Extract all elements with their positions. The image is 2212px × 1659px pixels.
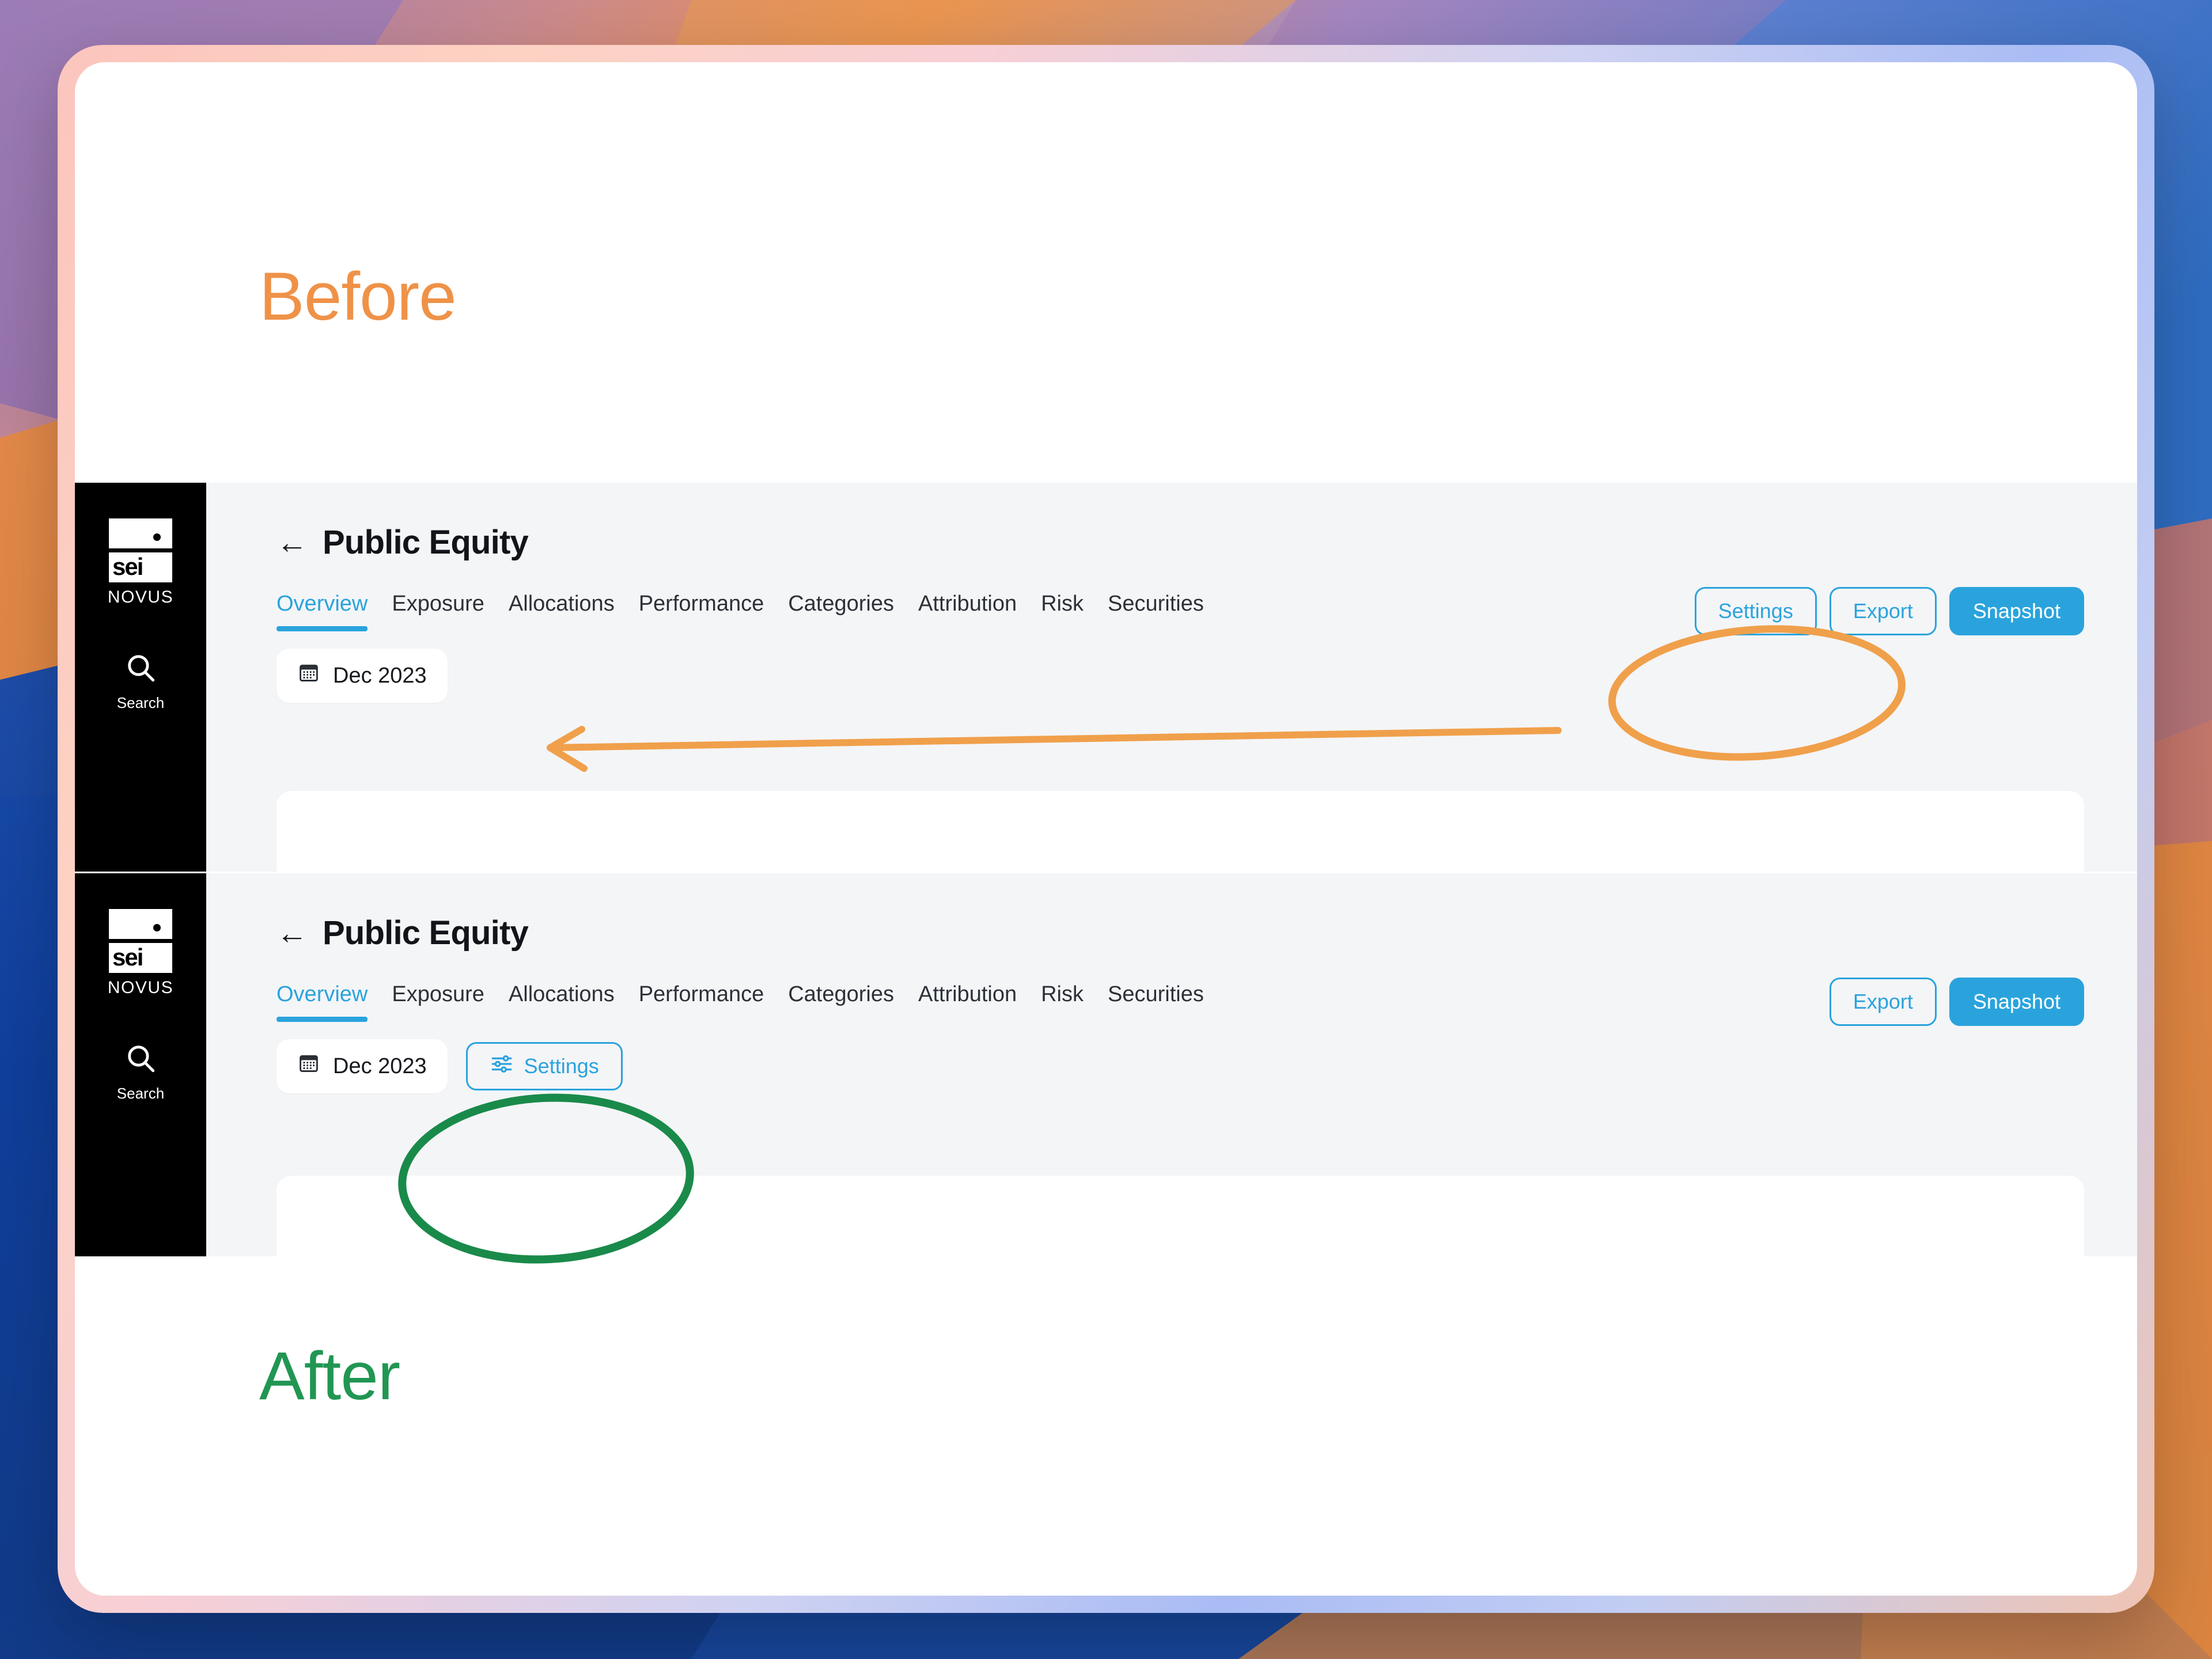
filters-row-before: Dec 2023 [206,649,2137,703]
page-title-after: Public Equity [323,914,529,952]
sidebar-item-search[interactable]: Search [117,651,164,712]
before-label: Before [259,259,457,335]
logo-sei-text: sei [109,552,172,582]
app-main-after: ← Public Equity Overview Exposure Alloca… [206,873,2137,1256]
logo-mark-icon: sei [109,518,172,582]
logo-dot-icon-after [153,924,161,931]
export-button[interactable]: Export [1829,587,1937,635]
logo-sei-text-after: sei [109,943,172,973]
logo-novus-text-after: NOVUS [107,978,174,997]
date-filter-value: Dec 2023 [333,1054,427,1078]
header-actions-after: Export Snapshot [1829,978,2084,1026]
before-app-screenshot: sei NOVUS Search ← Public Equity Overvie… [75,483,2137,872]
tab-exposure[interactable]: Exposure [392,982,484,1022]
snapshot-button[interactable]: Snapshot [1949,978,2084,1026]
page-title: Public Equity [323,524,529,561]
sliders-icon [490,1052,514,1081]
logo-mark-icon-after: sei [109,909,172,973]
slide-card-frame: Before sei NOVUS Search ← Public Equity … [58,45,2154,1613]
sei-novus-logo-after: sei NOVUS [108,909,173,998]
sidebar-search-label: Search [116,694,165,711]
filters-row-after: Dec 2023 Settings [206,1039,2137,1093]
tab-performance[interactable]: Performance [639,982,764,1022]
sidebar-item-search-after[interactable]: Search [117,1041,164,1103]
after-label: After [259,1338,400,1414]
date-filter-button[interactable]: Dec 2023 [276,649,448,703]
after-app-screenshot: sei NOVUS Search ← Public Equity Overvie… [75,873,2137,1256]
logo-novus-text: NOVUS [107,588,174,607]
tab-exposure[interactable]: Exposure [392,592,484,631]
tabs-row-before: Overview Exposure Allocations Performanc… [206,587,2137,635]
tab-list-after: Overview Exposure Allocations Performanc… [276,982,1204,1022]
header-actions-before: Settings Export Snapshot [1694,587,2084,635]
logo-dot-icon [153,533,161,541]
tab-categories[interactable]: Categories [788,982,894,1022]
settings-button-header[interactable]: Settings [1694,587,1817,635]
date-filter-value: Dec 2023 [333,663,427,688]
tab-attribution[interactable]: Attribution [918,592,1017,631]
search-icon [124,651,157,687]
tab-overview[interactable]: Overview [276,592,368,631]
app-sidebar-before: sei NOVUS Search [75,483,206,872]
settings-button-label: Settings [524,1054,599,1078]
tab-attribution[interactable]: Attribution [918,982,1017,1022]
tab-risk[interactable]: Risk [1041,592,1084,631]
slide-canvas: Before sei NOVUS Search ← Public Equity … [75,62,2137,1596]
export-button[interactable]: Export [1829,978,1937,1026]
sei-novus-logo: sei NOVUS [108,518,173,607]
content-card-placeholder [276,791,2084,872]
tab-performance[interactable]: Performance [639,592,764,631]
search-icon [124,1041,157,1078]
tab-risk[interactable]: Risk [1041,982,1084,1022]
tab-securities[interactable]: Securities [1108,982,1204,1022]
settings-button-filters[interactable]: Settings [465,1042,623,1090]
logo-top-block-after [109,909,172,939]
date-filter-button[interactable]: Dec 2023 [276,1039,448,1093]
content-card-placeholder-after [276,1176,2084,1256]
tab-securities[interactable]: Securities [1108,592,1204,631]
app-main-before: ← Public Equity Overview Exposure Alloca… [206,483,2137,872]
logo-top-block [109,518,172,548]
page-header-before: ← Public Equity [206,483,2137,562]
app-sidebar-after: sei NOVUS Search [75,873,206,1256]
tab-overview[interactable]: Overview [276,982,368,1022]
calendar-icon [297,661,320,690]
page-header-after: ← Public Equity [206,873,2137,952]
snapshot-button[interactable]: Snapshot [1949,587,2084,635]
tab-categories[interactable]: Categories [788,592,894,631]
arrow-left-icon[interactable]: ← [276,527,308,558]
tab-list-before: Overview Exposure Allocations Performanc… [276,592,1204,631]
sidebar-search-label-after: Search [116,1085,165,1102]
tab-allocations[interactable]: Allocations [509,982,615,1022]
tab-allocations[interactable]: Allocations [509,592,615,631]
arrow-left-icon[interactable]: ← [276,918,308,949]
tabs-row-after: Overview Exposure Allocations Performanc… [206,978,2137,1026]
calendar-icon [297,1052,320,1081]
